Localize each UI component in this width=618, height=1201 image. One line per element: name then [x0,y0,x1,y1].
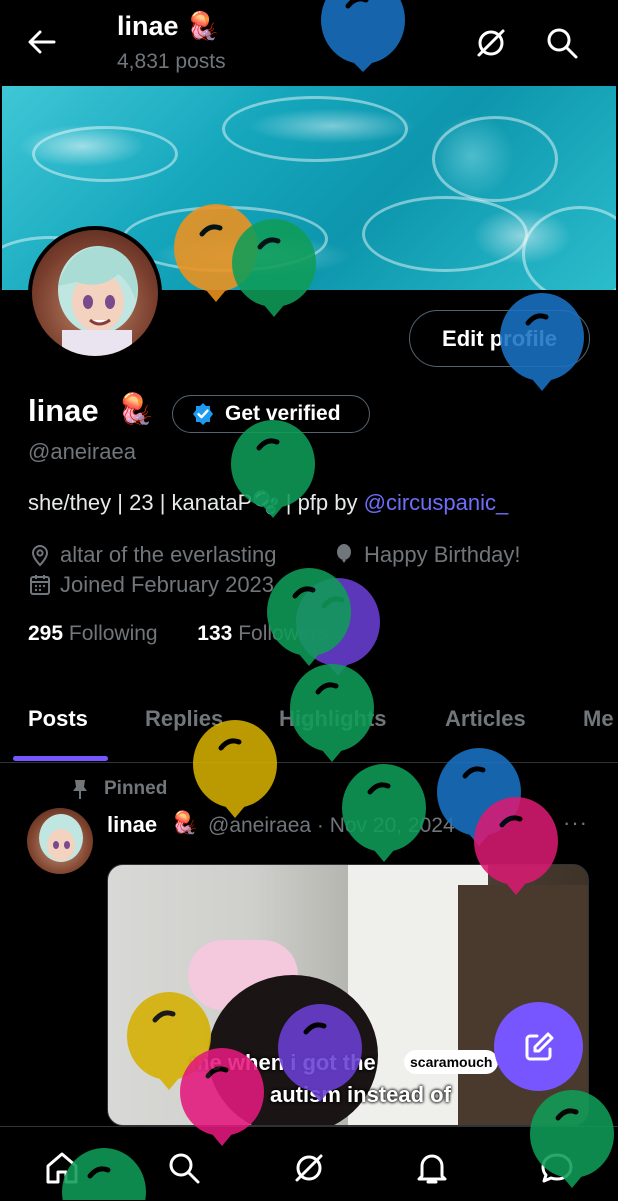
message-icon[interactable] [538,1149,576,1187]
header-posts-count: 4,831 posts [117,50,226,73]
pinned-text: Pinned [104,778,168,799]
tab-posts[interactable]: Posts [28,706,88,732]
follow-stats: 295 Following 133 Followers [28,622,328,646]
jellyfish-emoji: 🪼 [117,393,155,426]
post-avatar[interactable] [27,808,93,874]
get-verified-button[interactable]: Get verified [172,395,370,433]
location-text: altar of the everlasting [60,542,277,567]
get-verified-label: Get verified [225,402,341,425]
followers-link[interactable]: 133 Followers [197,622,328,645]
search-nav-icon[interactable] [165,1149,203,1187]
compose-button[interactable] [494,1002,583,1091]
location-pin-icon [28,543,52,567]
calendar-icon [28,573,52,597]
profile-tabs: Posts Replies Highlights Articles Me [0,698,618,763]
verified-badge-icon [191,402,215,426]
bottom-navigation [0,1126,618,1201]
grok-nav-icon[interactable] [290,1149,328,1187]
joined-row: Joined February 2023 [28,572,274,598]
profile-handle: @aneiraea [28,439,136,464]
grok-icon[interactable] [472,24,510,62]
pinned-label-row: Pinned [70,778,167,800]
tab-highlights[interactable]: Highlights [279,706,387,732]
top-bar [0,0,618,86]
balloon-icon [332,543,356,567]
bio-mention-link[interactable]: @circuspanic_ [364,490,509,515]
location-row: altar of the everlasting [28,542,276,568]
edit-profile-button[interactable]: Edit profile [409,310,590,367]
post-more-button[interactable]: ··· [563,810,588,836]
tab-active-indicator [13,756,108,761]
header-name: linae 🪼 [117,11,220,41]
back-arrow-icon[interactable] [24,24,60,60]
profile-display-name: linae [28,393,99,428]
bell-icon[interactable] [413,1149,451,1187]
home-icon[interactable] [43,1149,81,1187]
balloon-green-icon [267,568,351,666]
profile-avatar[interactable] [28,226,162,360]
tab-media[interactable]: Me [583,706,614,732]
birthday-text: Happy Birthday! [364,542,521,567]
compose-icon [521,1029,557,1065]
post-jellyfish-emoji: 🪼 [171,810,199,835]
tab-articles[interactable]: Articles [445,706,526,732]
media-caption-line2: autism instead of [270,1082,451,1107]
post-handle-date: @aneiraea · Nov 20, 2024 [208,814,455,837]
media-caption-line1: me when i got the [190,1050,376,1075]
post-author-name[interactable]: linae [107,812,157,838]
pin-icon [70,778,90,800]
tab-replies[interactable]: Replies [145,706,223,732]
birthday-row: Happy Birthday! [332,542,521,568]
media-caption-bubble: scaramouch [404,1050,499,1074]
search-icon[interactable] [543,24,581,62]
joined-text: Joined February 2023 [60,572,275,597]
bio-text: she/they | 23 | kanataP🫧 | pfp by [28,490,364,515]
following-link[interactable]: 295 Following [28,622,158,645]
profile-bio: she/they | 23 | kanataP🫧 | pfp by @circu… [28,490,508,516]
